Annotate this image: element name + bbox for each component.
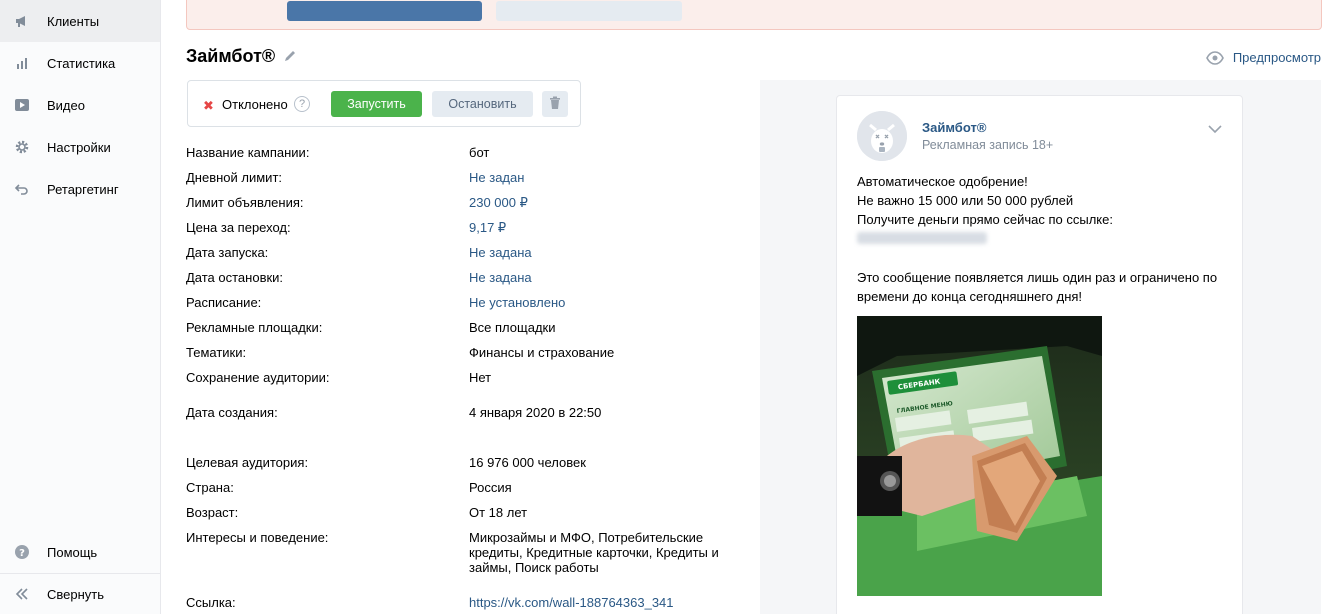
trash-icon <box>549 96 561 113</box>
topics-value: Финансы и страхование <box>469 345 615 360</box>
alert-secondary-button[interactable] <box>496 1 682 21</box>
avatar[interactable] <box>857 111 907 161</box>
ad-limit-link[interactable]: 230 000 ₽ <box>469 195 528 211</box>
platforms-value: Все площадки <box>469 320 556 335</box>
post-subtitle: Рекламная запись 18+ <box>922 138 1054 152</box>
post-image[interactable]: СБЕРБАНК ГЛАВНОЕ МЕНЮ <box>857 316 1102 596</box>
sidebar-item-label: Клиенты <box>47 13 100 29</box>
created-date-value: 4 января 2020 в 22:50 <box>469 405 602 420</box>
sidebar-item-settings[interactable]: Настройки <box>0 126 160 168</box>
info-label: Цена за переход: <box>186 220 291 235</box>
help-icon: ? <box>14 544 30 560</box>
info-label: Интересы и поведение: <box>186 530 329 545</box>
sidebar-item-label: Ретаргетинг <box>47 181 119 197</box>
sidebar-item-statistics[interactable]: Статистика <box>0 42 160 84</box>
help-link[interactable]: ? Помощь <box>0 531 160 573</box>
post-author[interactable]: Займбот® <box>922 120 986 135</box>
schedule-link[interactable]: Не установлено <box>469 295 565 310</box>
info-label: Дата запуска: <box>186 245 269 260</box>
start-date-link[interactable]: Не задана <box>469 245 532 260</box>
post-text-line: Автоматическое одобрение! <box>857 174 1028 189</box>
info-label: Дата остановки: <box>186 270 284 285</box>
cpc-link[interactable]: 9,17 ₽ <box>469 220 506 236</box>
daily-limit-link[interactable]: Не задан <box>469 170 524 185</box>
status-text: Отклонено <box>222 97 288 112</box>
alert-primary-button[interactable] <box>287 1 482 21</box>
svg-text:?: ? <box>19 548 25 559</box>
post-text-line: Не важно 15 000 или 50 000 рублей <box>857 193 1074 208</box>
sidebar-item-video[interactable]: Видео <box>0 84 160 126</box>
help-label: Помощь <box>47 544 98 560</box>
collapse-label: Свернуть <box>47 586 105 602</box>
info-label: Страна: <box>186 480 234 495</box>
campaign-name-value: бот <box>469 145 490 160</box>
blurred-link[interactable] <box>857 232 987 244</box>
info-label: Расписание: <box>186 295 262 310</box>
info-label: Возраст: <box>186 505 239 520</box>
rejected-x-icon: ✖ <box>203 98 214 113</box>
post-text-line: времени до конца сегодняшнего дня! <box>857 289 1083 304</box>
info-label: Тематики: <box>186 345 247 360</box>
stop-date-link[interactable]: Не задана <box>469 270 532 285</box>
page-title: Займбот® <box>186 46 276 66</box>
gear-icon <box>14 139 30 155</box>
chevron-down-icon[interactable] <box>1208 122 1222 134</box>
bar-chart-icon <box>14 55 30 71</box>
sidebar-item-retargeting[interactable]: Ретаргетинг <box>0 168 160 210</box>
info-label: Дневной лимит: <box>186 170 283 185</box>
info-label: Целевая аудитория: <box>186 455 309 470</box>
sidebar-item-label: Статистика <box>47 55 116 71</box>
double-chevron-left-icon <box>14 586 30 602</box>
sidebar-item-clients[interactable]: Клиенты <box>0 0 160 42</box>
info-label: Ссылка: <box>186 595 236 610</box>
ad-post-card: Займбот® Рекламная запись 18+ Автоматиче… <box>836 95 1243 614</box>
post-text-line: Это сообщение появляется лишь один раз и… <box>857 270 1218 285</box>
country-value: Россия <box>469 480 512 495</box>
target-audience-value: 16 976 000 человек <box>469 455 586 470</box>
audience-save-value: Нет <box>469 370 492 385</box>
sidebar-item-label: Видео <box>47 97 85 113</box>
info-label: Дата создания: <box>186 405 278 420</box>
retarget-icon <box>14 181 30 197</box>
alert-banner <box>186 0 1322 30</box>
start-button[interactable]: Запустить <box>331 91 422 117</box>
preview-label: Предпросмотр <box>1232 50 1321 65</box>
age-value: От 18 лет <box>469 505 528 520</box>
pencil-icon[interactable] <box>283 49 297 63</box>
collapse-button[interactable]: Свернуть <box>0 573 160 614</box>
info-label: Лимит объявления: <box>186 195 304 210</box>
post-text-line: Получите деньги прямо сейчас по ссылке: <box>857 212 1113 227</box>
megaphone-icon <box>14 13 30 29</box>
sidebar-item-label: Настройки <box>47 139 111 155</box>
status-help-icon[interactable]: ? <box>294 96 310 112</box>
delete-button[interactable] <box>542 91 568 117</box>
sidebar: Клиенты Статистика Видео Настройки Ретар… <box>0 0 161 614</box>
post-url-link[interactable]: https://vk.com/wall-188764363_341 <box>469 595 674 610</box>
preview-button[interactable]: Предпросмотр <box>1205 50 1321 65</box>
status-box: ✖ Отклонено ? Запустить Остановить <box>187 80 581 127</box>
video-icon <box>14 97 30 113</box>
info-label: Название кампании: <box>186 145 310 160</box>
stop-button[interactable]: Остановить <box>432 91 533 117</box>
info-label: Сохранение аудитории: <box>186 370 330 385</box>
eye-icon <box>1205 50 1224 65</box>
interests-value: Микрозаймы и МФО, Потребительские кредит… <box>469 530 719 575</box>
info-label: Рекламные площадки: <box>186 320 323 335</box>
